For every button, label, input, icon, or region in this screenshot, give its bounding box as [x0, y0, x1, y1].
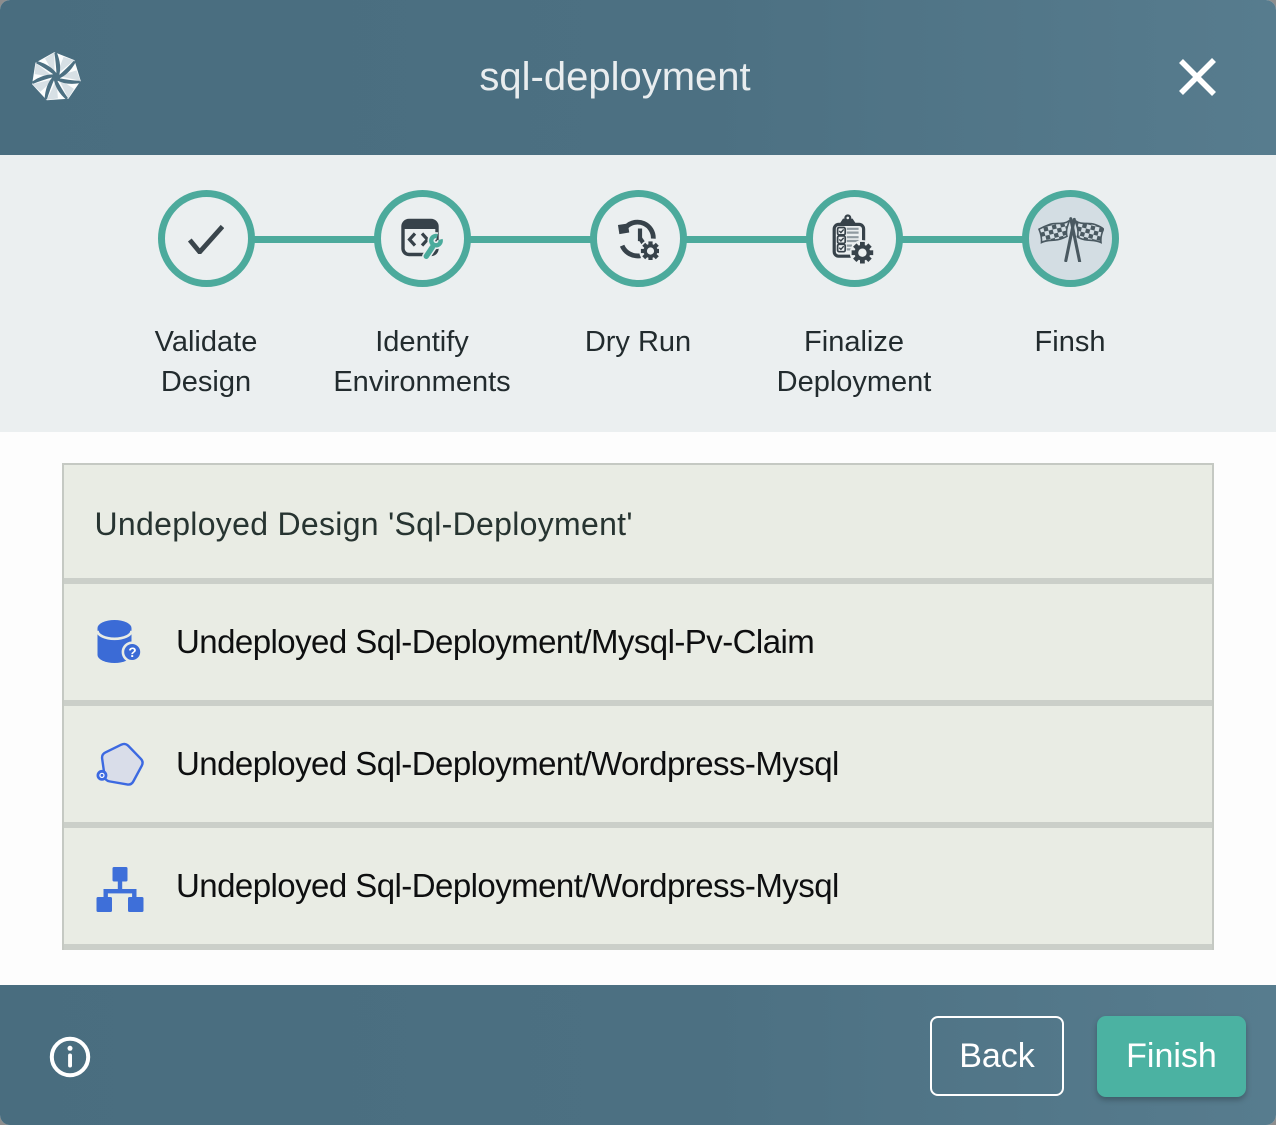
svg-text:?: ?	[128, 645, 136, 660]
